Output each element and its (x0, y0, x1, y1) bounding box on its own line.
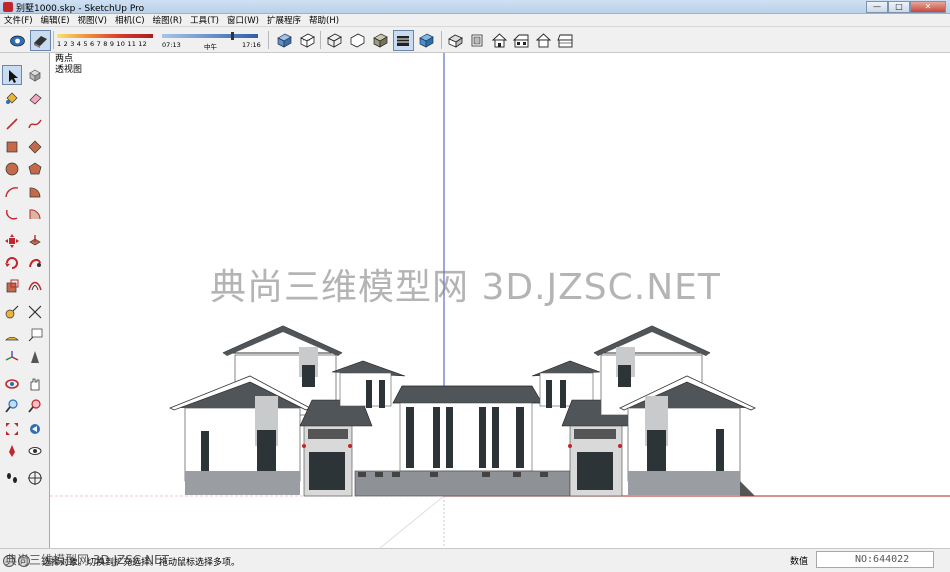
menu-camera[interactable]: 相机(C) (115, 14, 145, 26)
walk-icon[interactable] (2, 468, 22, 488)
shadow-time-slider[interactable]: 07:13 中午 17:16 (160, 31, 261, 51)
menu-extensions[interactable]: 扩展程序 (267, 14, 301, 26)
menu-file[interactable]: 文件(F) (4, 14, 33, 26)
position-camera-icon[interactable] (2, 441, 22, 461)
paint-bucket-icon[interactable] (2, 88, 22, 108)
three-point-arc-icon[interactable] (25, 204, 45, 224)
minimize-button[interactable]: — (866, 1, 888, 13)
rectangle-icon[interactable] (2, 137, 22, 157)
shadow-months: 1 2 3 4 5 6 7 8 9 10 11 12 (57, 40, 147, 48)
eraser-icon[interactable] (25, 88, 45, 108)
time-mid: 中午 (204, 43, 217, 51)
rotated-rectangle-icon[interactable] (25, 137, 45, 157)
menu-help[interactable]: 帮助(H) (309, 14, 339, 26)
menu-bar: 文件(F) 编辑(E) 视图(V) 相机(C) 绘图(R) 工具(T) 窗口(W… (0, 14, 950, 27)
close-button[interactable]: ✕ (910, 1, 946, 13)
push-pull-icon[interactable] (25, 231, 45, 251)
freehand-icon[interactable] (25, 114, 45, 134)
zoom-window-icon[interactable] (25, 396, 45, 416)
menu-edit[interactable]: 编辑(E) (41, 14, 70, 26)
measurements-box[interactable]: NO:644022 (816, 551, 934, 568)
measurements-label: 数值 (790, 557, 809, 567)
zoom-icon[interactable] (2, 396, 22, 416)
orbit-icon[interactable] (2, 374, 22, 394)
scale-icon[interactable] (2, 276, 22, 296)
pie-icon[interactable] (25, 182, 45, 202)
protractor-icon[interactable] (2, 325, 22, 345)
menu-view[interactable]: 视图(V) (78, 14, 107, 26)
status-watermark: 典尚三维模型网 3D.JZSC.NET (5, 553, 169, 567)
status-bar: 选择对象。切换到扩充选择。拖动鼠标选择多项。 典尚三维模型网 3D.JZSC.N… (0, 548, 950, 572)
maximize-button[interactable]: □ (888, 1, 910, 13)
menu-window[interactable]: 窗口(W) (227, 14, 259, 26)
sketchup-app-icon (3, 2, 13, 12)
polygon-icon[interactable] (25, 159, 45, 179)
zoom-extents-icon[interactable] (2, 419, 22, 439)
time-slider-thumb[interactable] (231, 32, 235, 40)
two-point-arc-icon[interactable] (2, 204, 22, 224)
move-icon[interactable] (2, 231, 22, 251)
dimension-icon[interactable] (25, 302, 45, 322)
title-bar: 别墅1000.skp - SketchUp Pro — □ ✕ (0, 0, 950, 14)
styles-icon[interactable] (7, 30, 28, 51)
rotate-icon[interactable] (2, 253, 22, 273)
time-start: 07:13 (162, 41, 181, 49)
line-icon[interactable] (2, 114, 22, 134)
model-viewport[interactable]: 两点 透视图 典尚三维模型网 3D.JZSC.NET (50, 53, 950, 548)
arc-icon[interactable] (2, 182, 22, 202)
text-icon[interactable] (25, 325, 45, 345)
watermark-text: 典尚三维模型网 3D.JZSC.NET (210, 267, 721, 308)
green-axis (379, 495, 445, 548)
pan-icon[interactable] (25, 374, 45, 394)
tape-measure-icon[interactable] (2, 302, 22, 322)
follow-me-icon[interactable] (25, 253, 45, 273)
look-around-icon[interactable] (25, 441, 45, 461)
left-toolbar (0, 53, 50, 548)
menu-tools[interactable]: 工具(T) (190, 14, 219, 26)
select-icon[interactable] (2, 65, 22, 85)
3d-text-icon[interactable] (25, 347, 45, 367)
window-controls: — □ ✕ (866, 1, 946, 13)
menu-draw[interactable]: 绘图(R) (153, 14, 183, 26)
axes-icon[interactable] (2, 347, 22, 367)
time-end: 17:16 (242, 41, 261, 49)
shadow-date-slider[interactable]: 1 2 3 4 5 6 7 8 9 10 11 12 (55, 31, 155, 50)
window-title: 别墅1000.skp - SketchUp Pro (16, 4, 145, 14)
circle-icon[interactable] (2, 159, 22, 179)
previous-icon[interactable] (25, 419, 45, 439)
section-plane-icon[interactable] (25, 468, 45, 488)
shadows-icon[interactable] (30, 30, 51, 51)
villa-model (169, 325, 756, 497)
offset-icon[interactable] (25, 276, 45, 296)
component-icon[interactable] (25, 65, 45, 85)
